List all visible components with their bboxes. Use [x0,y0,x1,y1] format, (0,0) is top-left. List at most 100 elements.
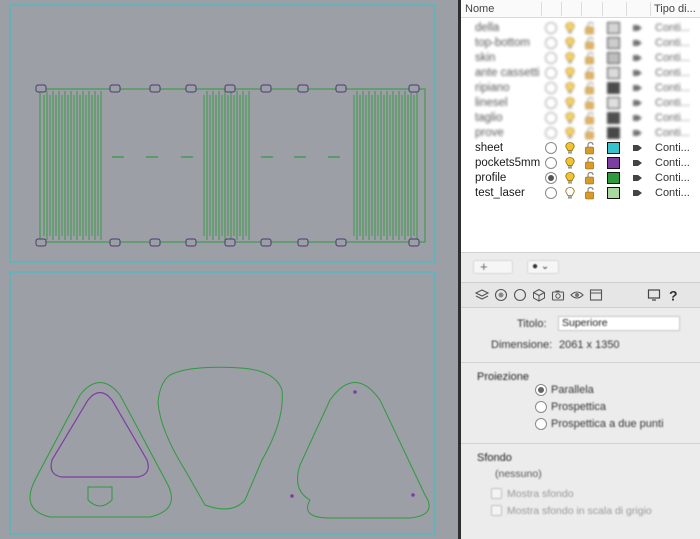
layer-row[interactable]: taglio Conti... [461,111,700,126]
layer-name[interactable]: top-bottom [475,37,530,49]
viewport[interactable] [0,0,458,539]
layer-color-swatch[interactable] [607,82,620,94]
layer-color-swatch[interactable] [607,157,620,169]
print-color-icon[interactable] [632,173,643,183]
add-layer-button[interactable]: + [473,259,513,274]
layers-tab-icon[interactable] [475,288,489,302]
layer-row[interactable]: prove Conti... [461,126,700,141]
lock-icon[interactable] [584,141,596,155]
layer-color-swatch[interactable] [607,142,620,154]
visibility-bulb-icon[interactable] [564,96,576,110]
layer-color-swatch[interactable] [607,187,620,199]
lock-icon[interactable] [584,66,596,80]
visibility-bulb-icon[interactable] [564,66,576,80]
render-tab-icon[interactable] [647,288,661,302]
show-grayscale-checkbox[interactable] [491,505,502,516]
layer-name[interactable]: prove [475,127,504,139]
print-color-icon[interactable] [632,53,643,63]
help-icon[interactable]: ? [667,288,681,302]
current-layer-radio[interactable] [545,142,557,154]
layer-row[interactable]: sheet Conti... [461,141,700,156]
layer-row[interactable]: linesel Conti... [461,96,700,111]
layer-name[interactable]: taglio [475,112,503,124]
print-color-icon[interactable] [632,128,643,138]
visibility-bulb-icon[interactable] [564,21,576,35]
layer-row[interactable]: ripiano Conti... [461,81,700,96]
layer-row[interactable]: della Conti... [461,21,700,36]
layer-name[interactable]: pockets5mm [475,157,540,169]
current-layer-radio[interactable] [545,37,557,49]
current-layer-radio[interactable] [545,97,557,109]
current-layer-radio[interactable] [545,187,557,199]
visibility-bulb-icon[interactable] [564,111,576,125]
layer-name[interactable]: profile [475,172,506,184]
print-color-icon[interactable] [632,38,643,48]
layer-color-swatch[interactable] [607,97,620,109]
lock-icon[interactable] [584,21,596,35]
cad-drawing[interactable] [0,0,458,539]
visibility-bulb-icon[interactable] [564,126,576,140]
layer-name[interactable]: sheet [475,142,503,154]
lock-icon[interactable] [584,51,596,65]
print-color-icon[interactable] [632,68,643,78]
lock-icon[interactable] [584,126,596,140]
layer-row[interactable]: skin Conti... [461,51,700,66]
camera-tab-icon[interactable] [551,288,565,302]
current-layer-radio[interactable] [545,22,557,34]
materials-tab-icon[interactable] [494,288,508,302]
lock-icon[interactable] [584,36,596,50]
lock-icon[interactable] [584,186,596,200]
print-color-icon[interactable] [632,98,643,108]
layer-color-swatch[interactable] [607,172,620,184]
print-color-icon[interactable] [632,143,643,153]
layer-name[interactable]: test_laser [475,187,525,199]
lock-icon[interactable] [584,156,596,170]
visibility-bulb-icon[interactable] [564,51,576,65]
layer-name[interactable]: skin [475,52,495,64]
visibility-bulb-icon[interactable] [564,81,576,95]
layer-row[interactable]: ante cassetti Conti... [461,66,700,81]
display-tab-icon[interactable] [589,288,603,302]
layer-color-swatch[interactable] [607,127,620,139]
current-layer-radio[interactable] [545,67,557,79]
layer-name[interactable]: ripiano [475,82,510,94]
projection-two-point-radio[interactable] [535,418,547,430]
print-color-icon[interactable] [632,83,643,93]
layer-name[interactable]: ante cassetti [475,67,540,79]
title-input[interactable]: Superiore [558,316,680,331]
layer-name[interactable]: linesel [475,97,508,109]
viewport-tab-icon[interactable] [570,288,584,302]
layer-color-swatch[interactable] [607,67,620,79]
background-dropdown[interactable]: (nessuno) [491,467,611,482]
layer-color-swatch[interactable] [607,52,620,64]
layer-name[interactable]: della [475,22,499,34]
visibility-bulb-icon[interactable] [564,141,576,155]
layer-color-swatch[interactable] [607,37,620,49]
lock-icon[interactable] [584,96,596,110]
layer-color-swatch[interactable] [607,22,620,34]
print-color-icon[interactable] [632,23,643,33]
current-layer-radio[interactable] [545,157,557,169]
current-layer-radio[interactable] [545,172,557,184]
layer-options-button[interactable]: ● ⌄ [527,260,559,274]
object-tab-icon[interactable] [513,288,527,302]
column-name[interactable]: Nome [465,3,494,15]
current-layer-radio[interactable] [545,112,557,124]
visibility-bulb-icon[interactable] [564,171,576,185]
layer-row[interactable]: pockets5mm Conti... [461,156,700,171]
projection-perspective-radio[interactable] [535,401,547,413]
layer-color-swatch[interactable] [607,112,620,124]
print-color-icon[interactable] [632,188,643,198]
column-type[interactable]: Tipo di... [654,3,696,15]
lock-icon[interactable] [584,171,596,185]
visibility-bulb-icon[interactable] [564,36,576,50]
projection-parallel-radio[interactable] [535,384,547,396]
layer-row[interactable]: top-bottom Conti... [461,36,700,51]
lock-icon[interactable] [584,81,596,95]
cube-tab-icon[interactable] [532,288,546,302]
lock-icon[interactable] [584,111,596,125]
visibility-bulb-icon[interactable] [564,156,576,170]
current-layer-radio[interactable] [545,52,557,64]
visibility-bulb-icon[interactable] [564,186,576,200]
print-color-icon[interactable] [632,113,643,123]
